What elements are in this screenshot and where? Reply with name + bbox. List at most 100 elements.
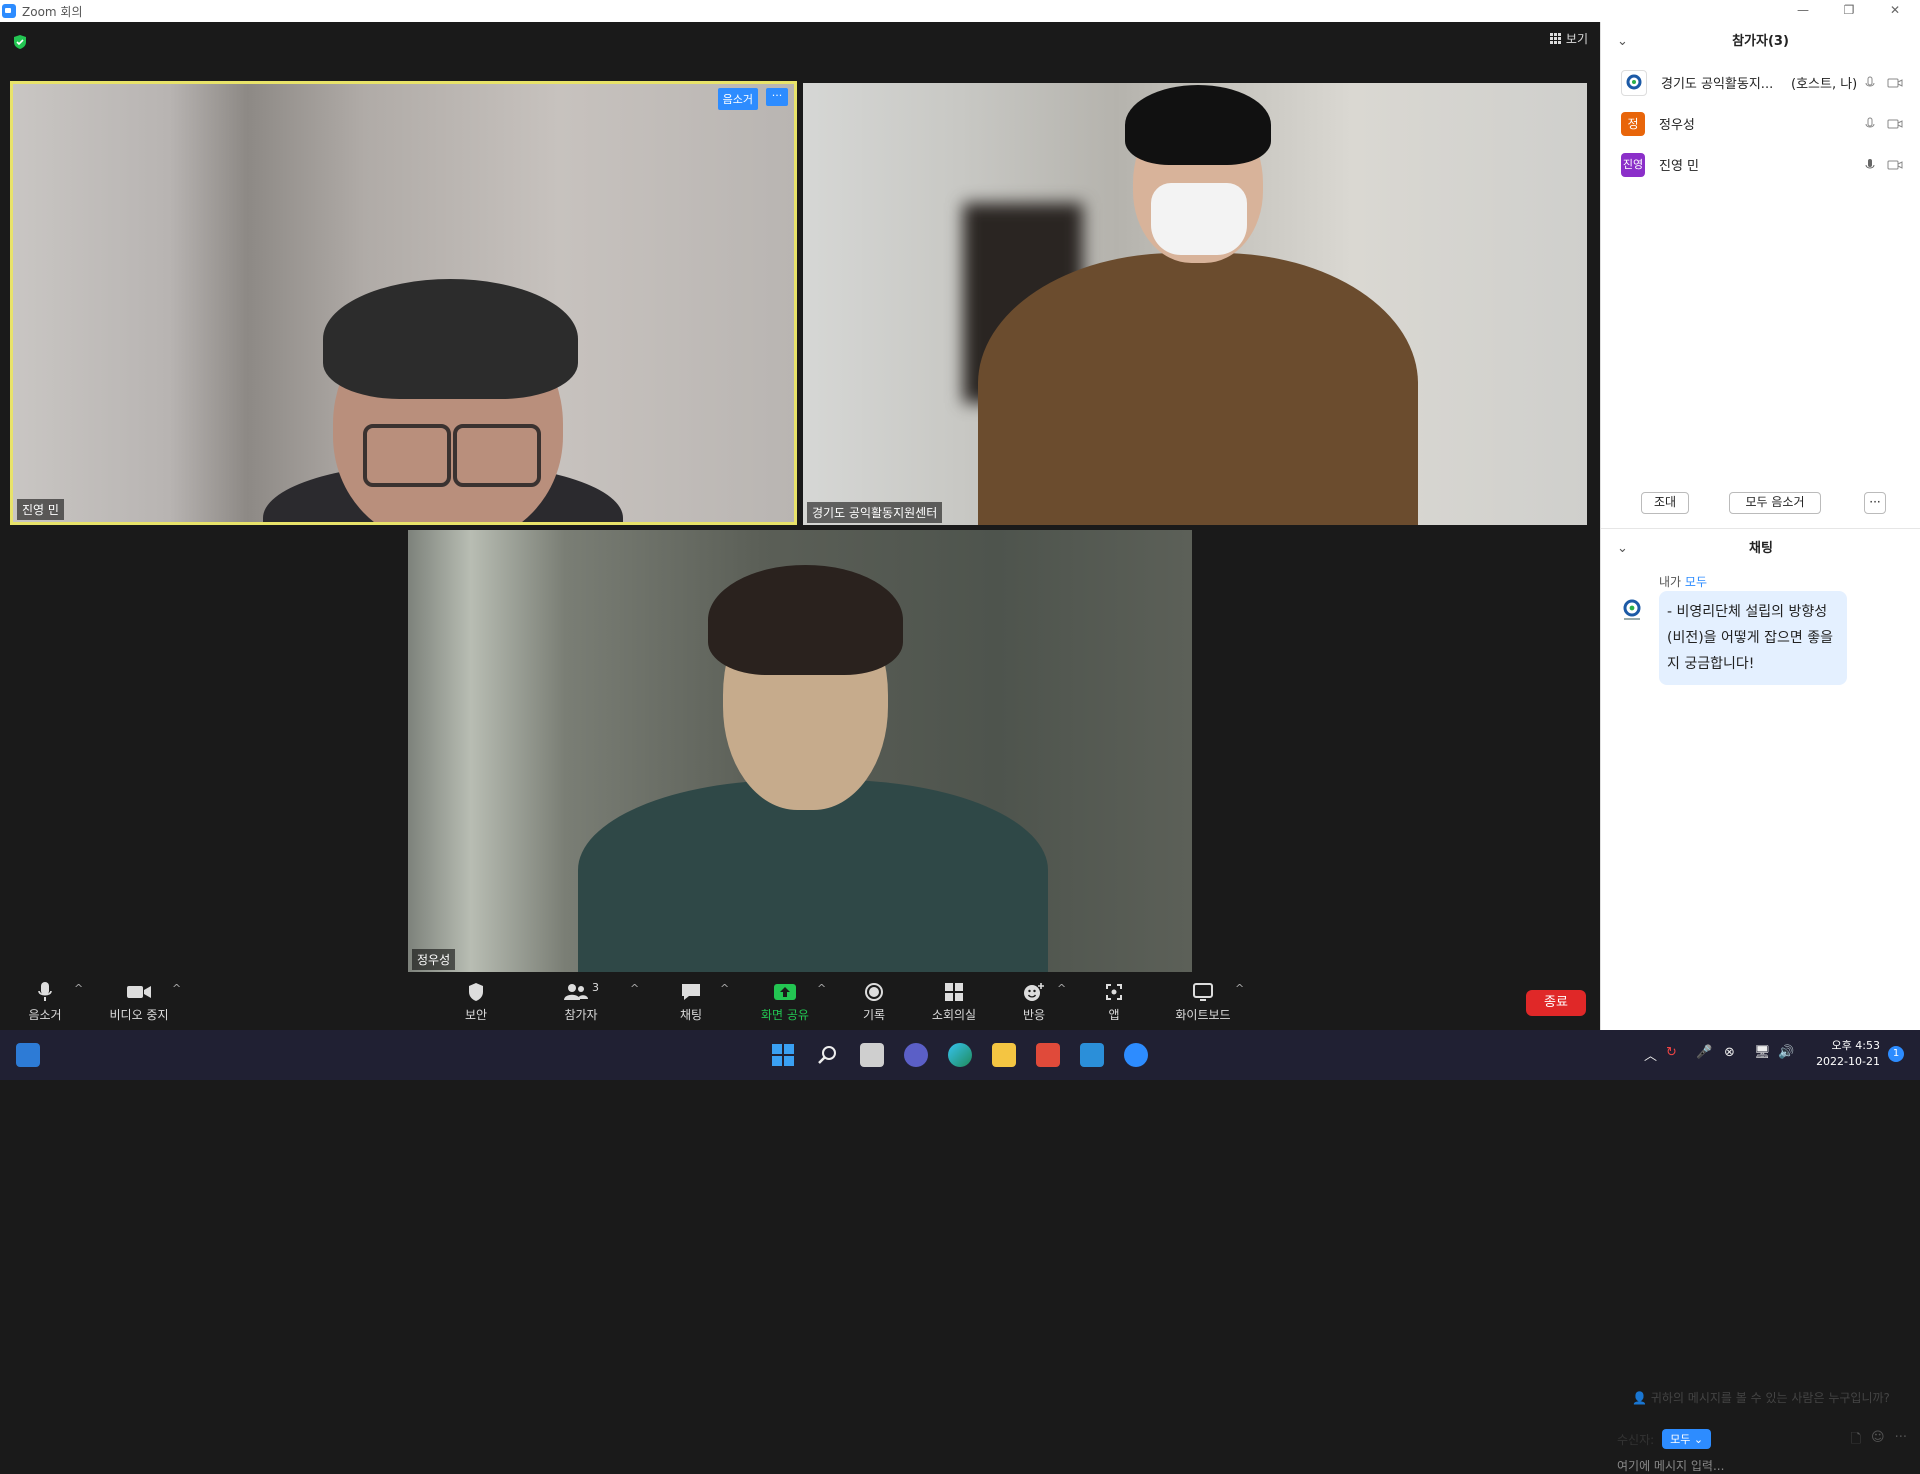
participants-button[interactable]: 3 참가자 <box>546 980 616 1023</box>
whiteboard-options-caret[interactable]: ^ <box>1235 982 1244 995</box>
microphone-icon[interactable] <box>1865 76 1875 90</box>
invite-button[interactable]: 조대 <box>1641 492 1689 514</box>
minimize-button[interactable]: — <box>1780 0 1826 22</box>
participant-name: 정우성 <box>1659 118 1695 133</box>
record-button[interactable]: 기록 <box>839 980 909 1023</box>
edge-browser-icon[interactable] <box>948 1043 972 1067</box>
video-tile[interactable]: 경기도 공익활동지원센터 <box>803 83 1587 525</box>
smiley-icon <box>1024 983 1044 1001</box>
sync-icon[interactable]: ↻ <box>1666 1045 1677 1060</box>
recipient-dropdown[interactable]: 모두 ⌄ <box>1662 1429 1712 1449</box>
participants-count: 3 <box>592 980 599 994</box>
recipient-label: 수신자: <box>1617 1432 1655 1447</box>
participants-label: 참가자 <box>564 1008 598 1022</box>
person-question-icon: 👤 <box>1632 1391 1648 1405</box>
teams-chat-icon[interactable] <box>904 1043 928 1067</box>
speaker-icon[interactable]: 🔊 <box>1778 1045 1794 1060</box>
security-shield-icon <box>469 983 483 1001</box>
zoom-app-icon <box>2 4 16 18</box>
collapse-chevron-icon[interactable]: ⌄ <box>1617 529 1628 569</box>
window-title: Zoom 회의 <box>22 5 83 19</box>
file-explorer-icon[interactable] <box>992 1043 1016 1067</box>
microphone-tray-icon[interactable]: 🎤 <box>1696 1045 1712 1060</box>
participant-row[interactable]: 정 정우성 <box>1601 103 1920 144</box>
tile-name-tag: 진영 민 <box>17 499 64 520</box>
end-meeting-button[interactable]: 종료 <box>1526 990 1586 1016</box>
share-screen-button[interactable]: 화면 공유 <box>750 980 820 1023</box>
more-icon[interactable]: ··· <box>1895 1430 1907 1452</box>
apps-button[interactable]: 앱 <box>1079 980 1149 1023</box>
system-clock[interactable]: 오후 4:53 2022-10-21 <box>1800 1038 1880 1070</box>
participants-options-caret[interactable]: ^ <box>630 982 639 995</box>
more-options-button[interactable]: ··· <box>1864 492 1886 514</box>
video-options-caret[interactable]: ^ <box>172 982 181 995</box>
share-options-caret[interactable]: ^ <box>817 982 826 995</box>
widgets-icon[interactable] <box>16 1043 40 1067</box>
record-icon <box>865 983 883 1001</box>
microphone-icon[interactable] <box>1865 117 1875 131</box>
emoji-icon[interactable]: ☺ <box>1871 1430 1885 1452</box>
stop-video-button[interactable]: 비디오 중지 <box>104 980 174 1023</box>
chat-recipient-link[interactable]: 모두 <box>1685 575 1707 589</box>
view-button[interactable]: 보기 <box>1549 30 1588 47</box>
message-visibility-hint[interactable]: 👤 귀하의 메시지를 볼 수 있는 사람은 누구입니까? <box>1601 1389 1920 1406</box>
search-icon[interactable] <box>816 1044 838 1066</box>
zoom-taskbar-icon[interactable] <box>1124 1043 1148 1067</box>
participant-role: (호스트, 나) <box>1791 77 1858 92</box>
participants-title: 참가자(3) <box>1732 34 1789 49</box>
participant-row[interactable]: 경기도 공익활동지... (호스트, 나) <box>1601 62 1920 103</box>
snipping-tool-icon[interactable] <box>1036 1043 1060 1067</box>
whiteboard-button[interactable]: 화이트보드 <box>1168 980 1238 1023</box>
chat-input[interactable]: 여기에 메시지 입력... <box>1617 1457 1724 1474</box>
restore-button[interactable]: ❐ <box>1826 0 1872 22</box>
chat-message-bubble[interactable]: - 비영리단체 설립의 방향성(비전)을 어떻게 잡으면 좋을지 궁금합니다! <box>1659 591 1847 685</box>
share-screen-icon <box>774 984 796 1000</box>
meeting-area: 보기 음소거 ··· 진영 민 경기도 공익활동지원센터 정우성 <box>0 22 1600 979</box>
reactions-options-caret[interactable]: ^ <box>1057 982 1066 995</box>
participant-name: 진영 민 <box>1659 159 1700 174</box>
close-circle-icon[interactable]: ⊗ <box>1724 1045 1735 1060</box>
tile-muted-badge[interactable]: 음소거 <box>717 88 758 110</box>
video-camera-icon[interactable] <box>1887 159 1903 171</box>
microphone-active-icon[interactable] <box>1865 158 1875 172</box>
chat-tools: 🗋 ☺ ··· <box>1851 1430 1907 1452</box>
notification-badge[interactable]: 1 <box>1888 1046 1904 1062</box>
audio-options-caret[interactable]: ^ <box>74 982 83 995</box>
network-icon[interactable]: 🖥 <box>1754 1045 1771 1060</box>
chat-label: 채팅 <box>679 1008 703 1022</box>
tray-overflow-chevron-icon[interactable]: ︿ <box>1644 1045 1657 1064</box>
chevron-down-icon: ⌄ <box>1693 1433 1704 1446</box>
file-icon[interactable]: 🗋 <box>1851 1430 1861 1452</box>
tile-more-button[interactable]: ··· <box>766 88 788 106</box>
security-button[interactable]: 보안 <box>441 980 511 1023</box>
stop-video-label: 비디오 중지 <box>109 1008 169 1022</box>
whiteboard-icon <box>1193 983 1213 1001</box>
video-tile-active-speaker[interactable]: 음소거 ··· 진영 민 <box>10 81 797 525</box>
video-camera-icon[interactable] <box>1887 118 1903 130</box>
chat-options-caret[interactable]: ^ <box>720 982 729 995</box>
chat-message-meta: 내가 모두 <box>1659 573 1707 590</box>
recipient-selector: 수신자: 모두 ⌄ <box>1617 1429 1712 1449</box>
participant-avatar: 정 <box>1621 111 1645 136</box>
chat-button[interactable]: 채팅 <box>656 980 726 1023</box>
task-view-icon[interactable] <box>860 1043 884 1067</box>
organization-logo-icon <box>1623 599 1641 620</box>
mute-all-button[interactable]: 모두 음소거 <box>1729 492 1821 514</box>
record-label: 기록 <box>862 1008 886 1022</box>
windows-start-icon[interactable] <box>771 1043 795 1067</box>
chat-section: ⌄ 채팅 내가 모두 - 비영리단체 설립의 방향성(비전)을 어떻게 잡으면 … <box>1601 528 1920 1473</box>
video-tile[interactable]: 정우성 <box>408 530 1192 972</box>
collapse-chevron-icon[interactable]: ⌄ <box>1617 22 1628 62</box>
side-panel: ⌄ 참가자(3) 경기도 공익활동지... (호스트, 나) 정 정우성 진영 … <box>1600 22 1920 1473</box>
chat-header: ⌄ 채팅 <box>1601 529 1920 569</box>
app-icon[interactable] <box>1080 1043 1104 1067</box>
mute-button[interactable]: 음소거 <box>10 980 80 1023</box>
chat-sender: 내가 <box>1659 575 1682 589</box>
meeting-toolbar: 음소거 ^ 비디오 중지 ^ 보안 3 참가자 ^ 채팅 ^ 화면 공유 ^ 기… <box>0 974 1600 1030</box>
participants-header: ⌄ 참가자(3) <box>1601 22 1920 62</box>
breakout-rooms-button[interactable]: 소회의실 <box>919 980 989 1023</box>
shield-icon[interactable] <box>12 34 28 50</box>
video-camera-icon[interactable] <box>1887 77 1903 89</box>
participant-row[interactable]: 진영 진영 민 <box>1601 144 1920 185</box>
close-button[interactable]: ✕ <box>1872 0 1918 22</box>
